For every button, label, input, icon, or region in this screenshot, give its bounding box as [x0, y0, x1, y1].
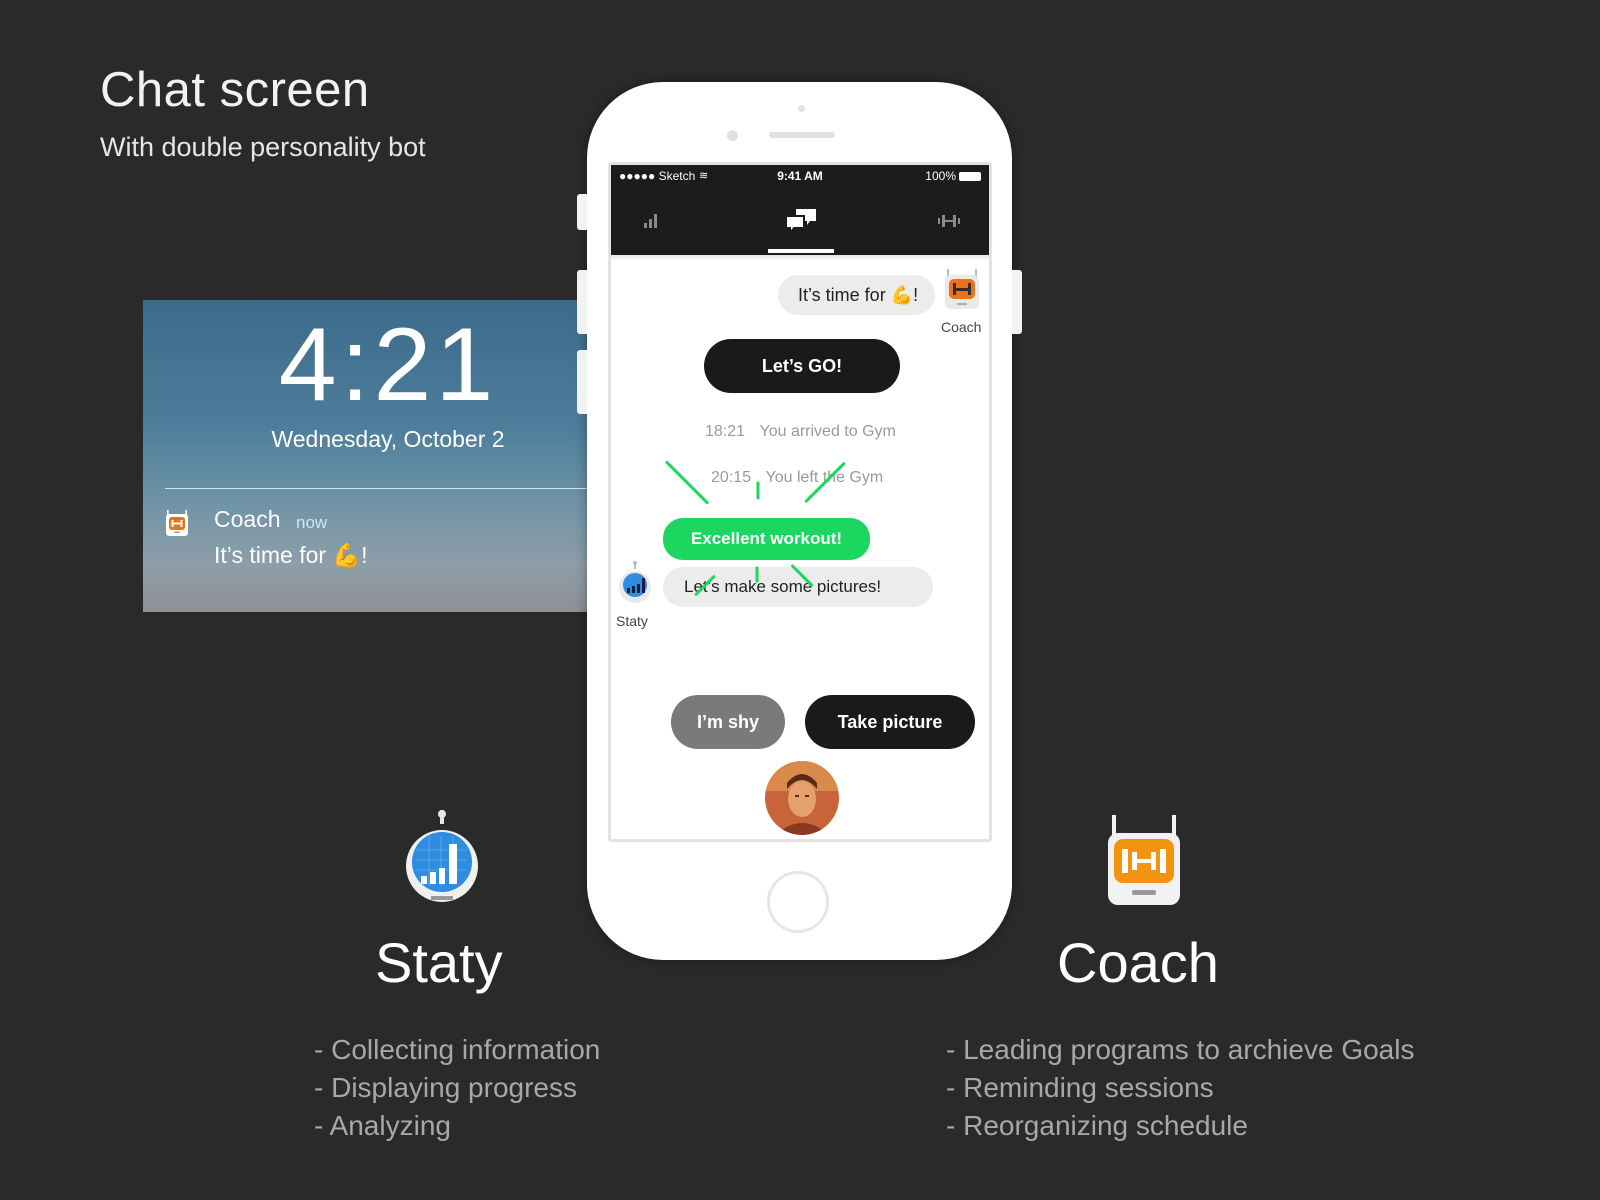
bar-chart-icon	[644, 214, 657, 228]
lockscreen-time: 4:21	[278, 307, 498, 423]
chat-bubbles-icon	[785, 209, 816, 235]
feature-item: - Displaying progress	[314, 1072, 577, 1103]
event-arrived: 18:21 You arrived to Gym	[705, 423, 896, 441]
feature-item: - Collecting information	[314, 1034, 601, 1065]
lockscreen-notification-card: 4:21 Wednesday, October 2 Coach now It’s…	[143, 300, 603, 612]
slide-subtitle: With double personality bot	[100, 132, 426, 162]
im-shy-button[interactable]: I’m shy	[671, 695, 785, 749]
lockscreen-date: Wednesday, October 2	[271, 426, 505, 452]
lets-go-button[interactable]: Let’s GO!	[704, 339, 900, 393]
home-button[interactable]	[767, 871, 829, 933]
coach-bot-icon	[1108, 815, 1180, 905]
notification-app-name: Coach	[214, 506, 281, 532]
front-camera	[727, 130, 738, 141]
tab-chat[interactable]	[761, 187, 841, 255]
take-picture-button[interactable]: Take picture	[805, 695, 975, 749]
celebration-ray	[756, 481, 760, 500]
earpiece	[769, 132, 835, 138]
staty-bot-icon	[406, 810, 478, 902]
tab-stats[interactable]	[611, 187, 691, 255]
phone-mockup: ●●●●● Sketch ≋ 9:41 AM 100% It’s time fo…	[577, 82, 1022, 960]
battery-indicator: 100%	[925, 169, 981, 183]
coach-message-bubble: It’s time for 💪!	[778, 275, 935, 315]
coach-label: Coach	[941, 319, 982, 335]
staty-name: Staty	[375, 931, 503, 994]
volume-up-button	[577, 270, 587, 334]
mute-switch	[577, 194, 587, 230]
chat-area: It’s time for 💪! Coach Let’s GO! 18:21 Y…	[611, 255, 989, 839]
event-text: You arrived to Gym	[759, 423, 896, 440]
event-time: 18:21	[705, 423, 746, 440]
power-button	[1012, 270, 1022, 334]
battery-icon	[959, 172, 981, 181]
event-left: 20:15 You left the Gym	[711, 469, 883, 487]
notification-text[interactable]: It’s time for 💪!	[214, 542, 367, 569]
feature-item: - Reminding sessions	[946, 1072, 1214, 1103]
volume-down-button	[577, 350, 587, 414]
event-time: 20:15	[711, 469, 752, 486]
tab-bar	[611, 187, 989, 255]
feature-item: - Analyzing	[314, 1110, 451, 1141]
feature-item: - Leading programs to archieve Goals	[946, 1034, 1415, 1065]
staty-avatar-icon	[619, 561, 651, 603]
staty-label: Staty	[616, 613, 648, 629]
feature-item: - Reorganizing schedule	[946, 1110, 1248, 1141]
notification-time: now	[296, 513, 328, 532]
tab-workout[interactable]	[909, 187, 989, 255]
dumbbell-icon	[938, 215, 960, 227]
excellent-workout-badge: Excellent workout!	[663, 518, 870, 560]
proximity-sensor	[798, 105, 805, 112]
divider	[165, 488, 603, 489]
status-bar: ●●●●● Sketch ≋ 9:41 AM 100%	[611, 165, 989, 187]
celebration-ray	[755, 566, 759, 583]
navbar-shadow	[611, 255, 989, 261]
coach-feature-list: - Leading programs to archieve Goals - R…	[946, 1031, 1414, 1145]
active-tab-indicator	[768, 249, 834, 253]
slide-title: Chat screen	[100, 63, 370, 117]
battery-percent: 100%	[925, 169, 956, 183]
staty-feature-list: - Collecting information - Displaying pr…	[314, 1031, 600, 1145]
phone-screen: ●●●●● Sketch ≋ 9:41 AM 100% It’s time fo…	[608, 162, 992, 842]
user-avatar[interactable]	[765, 761, 839, 835]
celebration-ray	[664, 460, 710, 505]
coach-app-icon	[166, 510, 188, 536]
coach-name: Coach	[1057, 931, 1219, 994]
coach-avatar-icon	[945, 269, 979, 309]
